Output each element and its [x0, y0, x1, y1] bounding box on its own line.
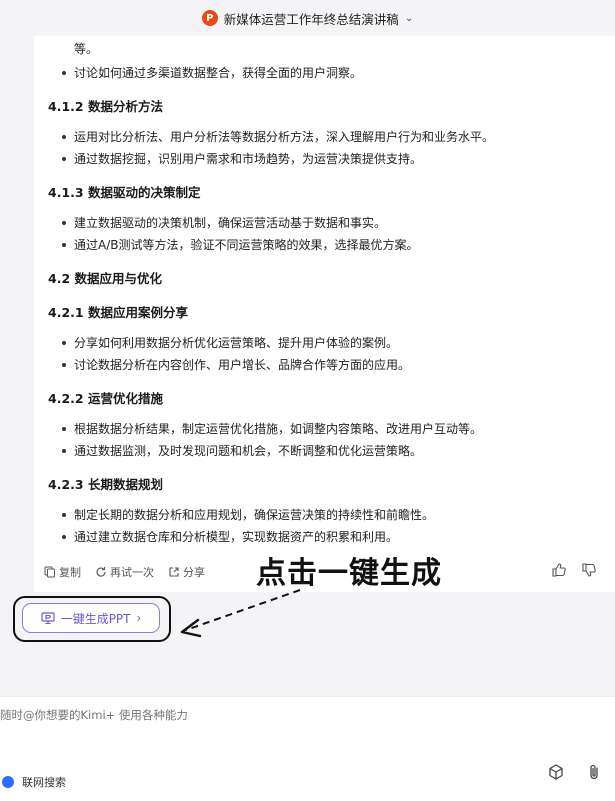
bullet-item: 根据数据分析结果，制定运营优化措施，如调整内容策略、改进用户互动等。: [48, 420, 603, 438]
generate-ppt-button[interactable]: 一键生成PPT ›: [22, 603, 160, 633]
text-fragment: 等。: [74, 42, 99, 56]
chat-input-area: 联网搜索: [0, 696, 615, 801]
toggle-indicator: [2, 776, 14, 788]
response-actions: 复制 再试一次 分享: [44, 564, 205, 580]
document-title-dropdown[interactable]: P 新媒体运营工作年终总结演讲稿 ⌄: [201, 9, 414, 28]
bullet-item: 分享如何利用数据分析优化运营策略、提升用户体验的案例。: [48, 334, 603, 352]
section-heading: 4.2.3 长期数据规划: [48, 477, 163, 492]
bullet-item: 通过A/B测试等方法，验证不同运营策略的效果，选择最优方案。: [48, 236, 603, 254]
copy-button[interactable]: 复制: [44, 564, 81, 580]
bullet-list: 建立数据驱动的决策机制，确保运营活动基于数据和事实。 通过A/B测试等方法，验证不…: [48, 214, 603, 254]
bullet-item: 讨论数据分析在内容创作、用户增长、品牌合作等方面的应用。: [48, 356, 603, 374]
retry-label: 再试一次: [110, 566, 154, 579]
bullet-item: 通过建立数据仓库和分析模型，实现数据资产的积累和利用。: [48, 528, 603, 546]
bullet-list: 制定长期的数据分析和应用规划，确保运营决策的持续性和前瞻性。 通过建立数据仓库和分…: [48, 506, 603, 546]
header-bar: P 新媒体运营工作年终总结演讲稿 ⌄: [0, 0, 615, 36]
presentation-icon: [41, 612, 55, 625]
web-search-toggle[interactable]: 联网搜索: [2, 774, 66, 790]
bullet-list: 运用对比分析法、用户分析法等数据分析方法，深入理解用户行为和业务水平。 通过数据挖…: [48, 128, 603, 168]
thumbs-down-icon[interactable]: [581, 562, 597, 578]
bullet-item: 讨论如何通过多渠道数据整合，获得全面的用户洞察。: [48, 64, 603, 82]
section-heading: 4.2.2 运营优化措施: [48, 391, 163, 406]
refresh-icon: [96, 567, 106, 577]
section-heading: 4.1.3 数据驱动的决策制定: [48, 185, 201, 200]
share-icon: [169, 567, 179, 577]
web-search-label: 联网搜索: [22, 776, 66, 789]
section-heading: 4.2.1 数据应用案例分享: [48, 305, 188, 320]
chat-response-card: 等。 讨论如何通过多渠道数据整合，获得全面的用户洞察。 4.1.2 数据分析方法…: [34, 36, 615, 592]
section-heading: 4.1.2 数据分析方法: [48, 99, 163, 114]
chevron-right-icon: ›: [136, 611, 142, 625]
annotation-arrow: [180, 589, 301, 638]
chat-input[interactable]: [0, 707, 402, 723]
bullet-list: 讨论如何通过多渠道数据整合，获得全面的用户洞察。: [48, 64, 603, 82]
response-content: 等。 讨论如何通过多渠道数据整合，获得全面的用户洞察。 4.1.2 数据分析方法…: [48, 36, 603, 550]
input-tools: [547, 763, 603, 781]
generate-ppt-label: 一键生成PPT: [60, 611, 131, 626]
document-title: 新媒体运营工作年终总结演讲稿: [223, 11, 399, 27]
bullet-item: 运用对比分析法、用户分析法等数据分析方法，深入理解用户行为和业务水平。: [48, 128, 603, 146]
section-heading: 4.2 数据应用与优化: [48, 271, 162, 286]
bullet-item: 通过数据监测，及时发现问题和机会，不断调整和优化运营策略。: [48, 442, 603, 460]
cube-icon[interactable]: [547, 763, 565, 781]
copy-label: 复制: [59, 566, 81, 579]
copy-icon: [44, 566, 55, 578]
feedback-buttons: [551, 562, 597, 578]
powerpoint-icon: P: [201, 10, 218, 26]
thumbs-up-icon[interactable]: [551, 562, 567, 578]
bullet-list: 分享如何利用数据分析优化运营策略、提升用户体验的案例。 讨论数据分析在内容创作、用…: [48, 334, 603, 374]
chevron-down-icon: ⌄: [404, 12, 414, 24]
bullet-item: 通过数据挖掘，识别用户需求和市场趋势，为运营决策提供支持。: [48, 150, 603, 168]
bullet-item: 制定长期的数据分析和应用规划，确保运营决策的持续性和前瞻性。: [48, 506, 603, 524]
paperclip-icon[interactable]: [585, 763, 603, 781]
bullet-list: 根据数据分析结果，制定运营优化措施，如调整内容策略、改进用户互动等。 通过数据监测…: [48, 420, 603, 460]
bullet-item: 建立数据驱动的决策机制，确保运营活动基于数据和事实。: [48, 214, 603, 232]
sections-container: 4.1.2 数据分析方法运用对比分析法、用户分析法等数据分析方法，深入理解用户行…: [48, 98, 603, 546]
share-button[interactable]: 分享: [168, 564, 205, 580]
share-label: 分享: [183, 566, 205, 579]
retry-button[interactable]: 再试一次: [95, 564, 154, 580]
